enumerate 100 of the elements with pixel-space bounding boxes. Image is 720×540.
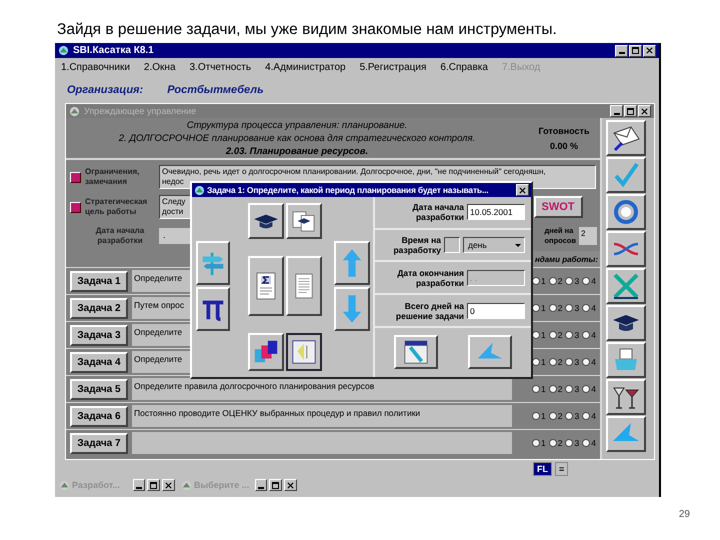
maximize-button[interactable] <box>624 105 637 117</box>
menu-item[interactable]: 1.Справочники <box>61 62 130 72</box>
section-heading: 2.03. Планирование ресурсов. <box>226 146 368 156</box>
signpost-icon[interactable] <box>196 241 230 285</box>
circular-arrows-icon[interactable] <box>606 194 646 230</box>
dropdown-value: день <box>468 240 487 250</box>
radio-button[interactable] <box>548 304 557 312</box>
task-button[interactable]: Задача 6 <box>70 406 128 426</box>
radio-button[interactable] <box>582 358 590 366</box>
glasses-icon[interactable] <box>606 379 646 415</box>
radio-label: 2 <box>558 384 562 394</box>
printer-icon[interactable] <box>606 342 646 378</box>
task-field[interactable] <box>132 432 512 454</box>
window-title: Упреждающее управление <box>84 106 196 116</box>
book-icon[interactable] <box>286 333 322 371</box>
pi-icon[interactable] <box>196 287 230 331</box>
crossed-lines-icon[interactable] <box>606 268 646 304</box>
radio-button[interactable] <box>582 385 590 393</box>
radio-button[interactable] <box>548 385 557 393</box>
minimize-button[interactable] <box>615 44 628 56</box>
radio-button[interactable] <box>582 331 590 339</box>
radio-label: 1 <box>541 357 546 367</box>
radio-button[interactable] <box>565 385 574 393</box>
app-icon <box>181 480 192 490</box>
caret-icon <box>515 244 521 247</box>
radio-button[interactable] <box>548 331 557 339</box>
maximize-button[interactable] <box>147 479 160 491</box>
close-icon <box>519 186 526 194</box>
input-field[interactable] <box>444 237 460 254</box>
radio-button[interactable] <box>565 439 574 447</box>
task-button[interactable]: Задача 3 <box>70 324 128 346</box>
input-field[interactable]: 10.05.2001 <box>467 204 525 220</box>
radio-label: 2 <box>558 330 562 340</box>
radio-label: 2 <box>558 411 562 421</box>
restore-button[interactable] <box>629 44 642 56</box>
graduation-cap-icon[interactable] <box>606 305 646 341</box>
app-icon <box>69 106 80 116</box>
pen-document-icon[interactable] <box>394 335 438 370</box>
window-title: SBI.Касатка К8.1 <box>73 45 154 56</box>
close-icon <box>641 108 648 114</box>
radio-label: 4 <box>591 330 596 340</box>
radio-button[interactable] <box>548 439 557 447</box>
close-button[interactable] <box>284 479 297 491</box>
app-icon <box>59 480 70 490</box>
restore-button[interactable] <box>254 479 268 491</box>
radio-button[interactable] <box>582 304 590 312</box>
menu-item[interactable]: 2.Окна <box>144 62 176 72</box>
radio-label: 2 <box>558 357 562 367</box>
task-field[interactable]: Определите правила долгосрочного планирования ресурсов <box>132 378 512 400</box>
crossing-curves-icon[interactable] <box>606 231 646 267</box>
close-button[interactable] <box>638 105 651 117</box>
radio-label: 3 <box>574 303 580 313</box>
task-field[interactable]: Постоянно проводите ОЦЕНКУ выбранных процедур и правил политики <box>132 405 512 427</box>
task-button[interactable]: Задача 2 <box>70 298 128 318</box>
close-button[interactable] <box>516 184 529 196</box>
menu-item[interactable]: 4.Администратор <box>265 62 346 72</box>
radio-label: 2 <box>558 303 562 313</box>
colored-squares-icon[interactable] <box>248 333 284 371</box>
radio-button[interactable] <box>565 304 574 312</box>
task-button[interactable]: Задача 5 <box>70 378 128 400</box>
radio-button[interactable] <box>548 412 557 420</box>
radio-button[interactable] <box>582 277 590 285</box>
envelope-icon[interactable] <box>606 120 646 156</box>
menu-item[interactable]: 5.Регистрация <box>360 62 426 72</box>
maximize-button[interactable] <box>269 479 282 491</box>
document-icon[interactable] <box>286 256 322 316</box>
radio-button[interactable] <box>532 439 540 447</box>
field-label: Стратегическая цель работы <box>85 197 148 217</box>
radio-label: 3 <box>574 357 580 367</box>
menu-item[interactable]: 6.Справка <box>440 62 488 72</box>
radio-button[interactable] <box>532 412 540 420</box>
page-number: 29 <box>678 509 690 520</box>
radio-button[interactable] <box>565 277 574 285</box>
radio-button[interactable] <box>565 331 574 339</box>
radio-button[interactable] <box>565 412 574 420</box>
task-button[interactable]: Задача 7 <box>70 432 128 454</box>
radio-button[interactable] <box>532 385 540 393</box>
unit-dropdown[interactable]: день <box>463 237 525 254</box>
graduation-cap-icon[interactable] <box>248 203 284 239</box>
days-field[interactable]: 2 <box>579 227 597 245</box>
radio-button[interactable] <box>548 277 557 285</box>
close-button[interactable] <box>643 44 656 56</box>
readiness-label: Готовность <box>538 126 590 136</box>
close-icon <box>287 482 294 488</box>
radio-button[interactable] <box>582 439 590 447</box>
input-field[interactable]: 0 <box>467 302 525 319</box>
menu-item[interactable]: 3.Отчетность <box>190 62 252 72</box>
radio-button[interactable] <box>582 412 590 420</box>
minimize-button[interactable] <box>610 105 623 117</box>
documents-icon[interactable] <box>286 203 322 239</box>
radio-label: 4 <box>591 411 596 421</box>
close-button[interactable] <box>162 479 175 491</box>
sigma-document-icon[interactable] <box>248 256 284 316</box>
task-button[interactable]: Задача 4 <box>70 352 128 372</box>
field-label: Время на разработку <box>393 235 441 256</box>
radio-button[interactable] <box>565 358 574 366</box>
restore-button[interactable] <box>132 479 146 491</box>
task-button[interactable]: Задача 1 <box>70 270 128 292</box>
checkmark-icon[interactable] <box>606 157 646 193</box>
radio-button[interactable] <box>548 358 557 366</box>
